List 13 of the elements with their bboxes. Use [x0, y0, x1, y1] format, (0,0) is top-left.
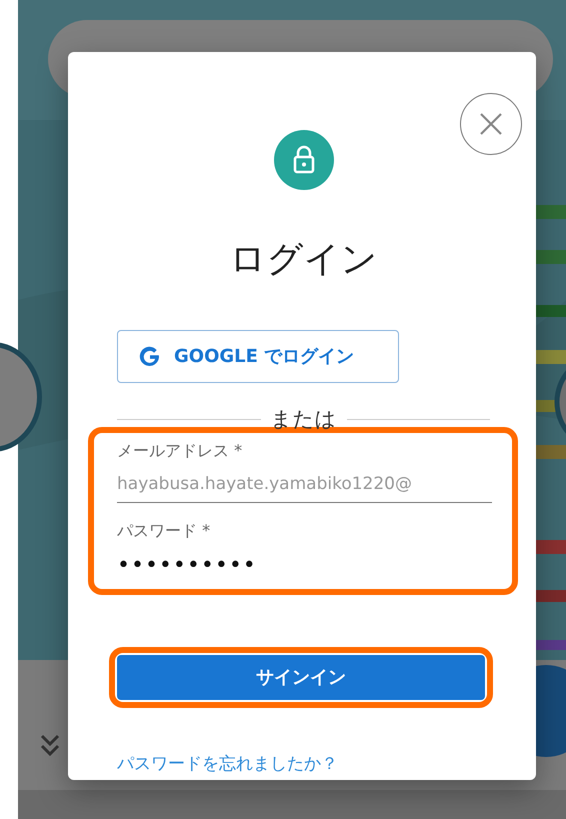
- sign-in-button[interactable]: サインイン: [117, 655, 485, 700]
- password-field[interactable]: ••••••••••: [117, 548, 492, 582]
- field-label: パスワード *: [117, 521, 212, 541]
- dialog-title: ログイン: [228, 238, 378, 282]
- email-field[interactable]: hayabusa.hayate.yamabiko1220@: [117, 472, 492, 498]
- lock-icon: [274, 130, 334, 190]
- divider-label: または: [270, 407, 338, 431]
- close-icon: [478, 111, 504, 137]
- google-icon: [138, 344, 162, 368]
- forgot-password-link[interactable]: パスワードを忘れましたか？: [117, 752, 338, 778]
- google-login-button[interactable]: GOOGLE でログイン: [117, 330, 399, 383]
- field-label: メールアドレス *: [117, 441, 244, 461]
- chevron-double-down-icon[interactable]: [40, 734, 60, 756]
